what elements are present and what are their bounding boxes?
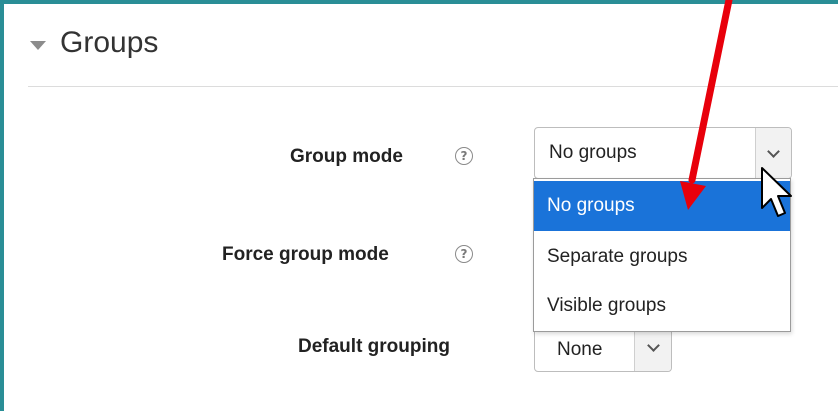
group-mode-dropdown-list: No groups Separate groups Visible groups	[533, 178, 791, 332]
default-grouping-select-value: None	[557, 339, 603, 360]
force-group-mode-help-icon[interactable]: ?	[455, 245, 473, 263]
group-mode-help-icon[interactable]: ?	[455, 147, 473, 165]
dropdown-option-no-groups[interactable]: No groups	[534, 181, 790, 231]
group-mode-select[interactable]: No groups	[534, 127, 792, 179]
section-header[interactable]: Groups	[30, 26, 158, 60]
caret-down-icon[interactable]	[30, 40, 46, 50]
force-group-mode-label: Force group mode	[222, 244, 389, 265]
group-mode-select-arrow[interactable]	[755, 128, 791, 178]
group-mode-label: Group mode	[290, 146, 403, 167]
group-mode-select-value: No groups	[549, 142, 637, 163]
section-title: Groups	[60, 26, 159, 59]
section-divider	[28, 86, 838, 87]
dropdown-option-visible-groups[interactable]: Visible groups	[534, 281, 790, 331]
chevron-down-icon	[646, 338, 660, 352]
chevron-down-icon	[767, 144, 780, 158]
default-grouping-label: Default grouping	[298, 336, 450, 357]
dropdown-option-separate-groups[interactable]: Separate groups	[534, 232, 790, 282]
